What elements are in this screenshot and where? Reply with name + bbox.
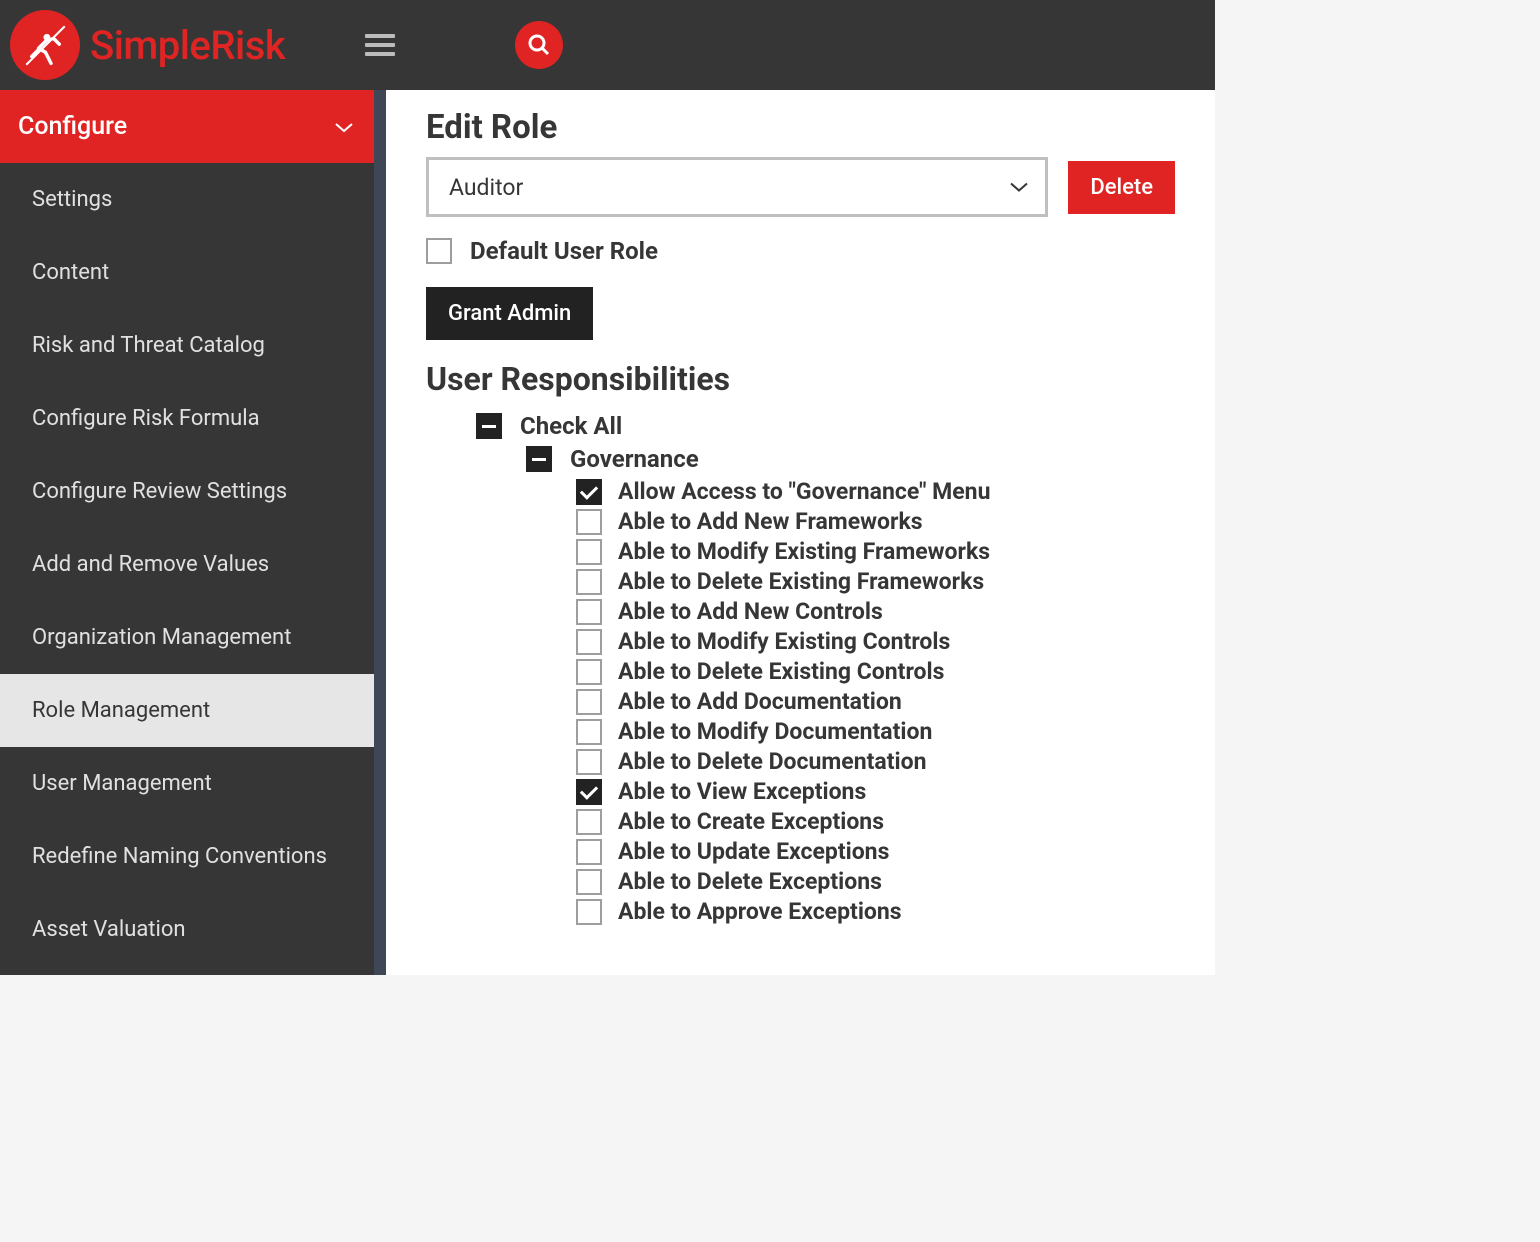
permission-label: Able to View Exceptions [618, 778, 866, 805]
permission-row: Able to Add Documentation [576, 688, 1175, 715]
permission-row: Able to Modify Documentation [576, 718, 1175, 745]
permission-label: Able to Create Exceptions [618, 808, 884, 835]
permission-row: Able to Create Exceptions [576, 808, 1175, 835]
permission-label: Able to Modify Existing Frameworks [618, 538, 990, 565]
permission-row: Able to Add New Frameworks [576, 508, 1175, 535]
sidebar-item-organization-management[interactable]: Organization Management [0, 601, 374, 674]
permission-row: Able to Delete Documentation [576, 748, 1175, 775]
sidebar-item-configure-review-settings[interactable]: Configure Review Settings [0, 455, 374, 528]
permission-label: Able to Update Exceptions [618, 838, 889, 865]
permission-label: Able to Add Documentation [618, 688, 902, 715]
sidebar-item-configure-risk-formula[interactable]: Configure Risk Formula [0, 382, 374, 455]
permission-label: Able to Add New Frameworks [618, 508, 923, 535]
check-all-label[interactable]: Check All [520, 412, 622, 440]
permission-label: Able to Delete Exceptions [618, 868, 882, 895]
permission-checkbox[interactable] [576, 509, 602, 535]
group-governance-label[interactable]: Governance [570, 445, 699, 473]
brand-name: SimpleRisk [90, 22, 285, 69]
permission-row: Allow Access to "Governance" Menu [576, 478, 1175, 505]
permission-checkbox[interactable] [576, 839, 602, 865]
permission-row: Able to Delete Existing Frameworks [576, 568, 1175, 595]
permission-checkbox[interactable] [576, 479, 602, 505]
permission-checkbox[interactable] [576, 779, 602, 805]
sidebar-header-label: Configure [18, 112, 127, 141]
permission-label: Able to Modify Documentation [618, 718, 932, 745]
permission-checkbox[interactable] [576, 749, 602, 775]
default-user-role-checkbox[interactable] [426, 238, 452, 264]
topbar: SimpleRisk [0, 0, 1215, 90]
permissions-tree: Check All Governance Allow Access to "Go… [426, 412, 1175, 925]
permission-row: Able to Modify Existing Frameworks [576, 538, 1175, 565]
collapse-toggle-icon[interactable] [476, 413, 502, 439]
permission-row: Able to Modify Existing Controls [576, 628, 1175, 655]
permission-label: Able to Approve Exceptions [618, 898, 902, 925]
permission-row: Able to Update Exceptions [576, 838, 1175, 865]
brand-icon [10, 10, 80, 80]
menu-toggle-icon[interactable] [365, 34, 395, 56]
permission-checkbox[interactable] [576, 539, 602, 565]
sidebar-item-risk-and-threat-catalog[interactable]: Risk and Threat Catalog [0, 309, 374, 382]
permission-checkbox[interactable] [576, 569, 602, 595]
permission-label: Able to Modify Existing Controls [618, 628, 950, 655]
search-icon [527, 33, 551, 57]
search-button[interactable] [515, 21, 563, 69]
sidebar-item-add-and-remove-values[interactable]: Add and Remove Values [0, 528, 374, 601]
brand-link[interactable]: SimpleRisk [10, 10, 285, 80]
permission-label: Able to Delete Documentation [618, 748, 926, 775]
permission-label: Able to Delete Existing Frameworks [618, 568, 984, 595]
permission-label: Able to Add New Controls [618, 598, 883, 625]
sidebar-item-role-management[interactable]: Role Management [0, 674, 374, 747]
permission-row: Able to Delete Existing Controls [576, 658, 1175, 685]
permission-row: Able to View Exceptions [576, 778, 1175, 805]
permission-label: Able to Delete Existing Controls [618, 658, 944, 685]
sidebar-header-configure[interactable]: Configure [0, 90, 374, 163]
permission-checkbox[interactable] [576, 719, 602, 745]
role-select[interactable]: Auditor [431, 162, 1043, 212]
permission-checkbox[interactable] [576, 659, 602, 685]
permission-checkbox[interactable] [576, 629, 602, 655]
role-select-wrap: Auditor [426, 157, 1048, 217]
sidebar-item-settings[interactable]: Settings [0, 163, 374, 236]
delete-button[interactable]: Delete [1068, 161, 1175, 214]
permission-row: Able to Approve Exceptions [576, 898, 1175, 925]
main-content: Edit Role Auditor Delete Default User Ro… [374, 90, 1215, 975]
sidebar-item-asset-valuation[interactable]: Asset Valuation [0, 893, 374, 966]
sidebar: Configure SettingsContentRisk and Threat… [0, 90, 374, 975]
page-title: Edit Role [426, 108, 1175, 147]
user-responsibilities-heading: User Responsibilities [426, 360, 1175, 398]
permission-checkbox[interactable] [576, 599, 602, 625]
permission-row: Able to Add New Controls [576, 598, 1175, 625]
permission-checkbox[interactable] [576, 689, 602, 715]
collapse-toggle-icon[interactable] [526, 446, 552, 472]
permission-checkbox[interactable] [576, 869, 602, 895]
permission-label: Allow Access to "Governance" Menu [618, 478, 990, 505]
chevron-down-icon [334, 121, 354, 133]
sidebar-item-user-management[interactable]: User Management [0, 747, 374, 820]
permission-checkbox[interactable] [576, 809, 602, 835]
grant-admin-button[interactable]: Grant Admin [426, 287, 593, 340]
default-user-role-label: Default User Role [470, 237, 658, 265]
sidebar-item-content[interactable]: Content [0, 236, 374, 309]
sidebar-item-redefine-naming-conventions[interactable]: Redefine Naming Conventions [0, 820, 374, 893]
permission-row: Able to Delete Exceptions [576, 868, 1175, 895]
permission-checkbox[interactable] [576, 899, 602, 925]
